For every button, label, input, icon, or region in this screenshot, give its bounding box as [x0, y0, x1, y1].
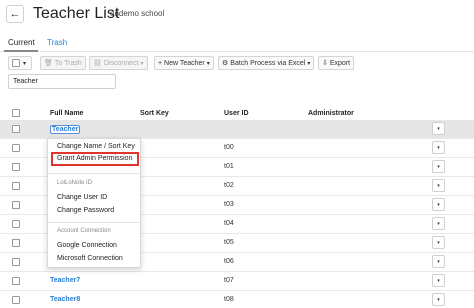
- menu-item-grant-admin[interactable]: Grant Admin Permission: [57, 155, 132, 162]
- export-icon: ⇩: [322, 60, 328, 67]
- row-actions-dropdown[interactable]: ▾: [432, 122, 445, 135]
- row-actions-dropdown[interactable]: ▾: [432, 255, 445, 268]
- user-id-cell: t03: [224, 201, 234, 208]
- new-teacher-label: + New Teacher: [158, 59, 205, 67]
- menu-divider: [48, 173, 140, 174]
- menu-section-account: Account Connection: [57, 228, 111, 234]
- new-teacher-button[interactable]: + New Teacher ▾: [154, 56, 214, 70]
- user-id-cell: t05: [224, 239, 234, 246]
- unlink-icon: ⛓: [93, 60, 102, 67]
- user-id-cell: t08: [224, 296, 234, 303]
- row-checkbox[interactable]: [12, 201, 20, 209]
- user-id-cell: t06: [224, 258, 234, 265]
- export-label: Export: [329, 59, 351, 67]
- table-row[interactable]: Teacher7 t07 ▾: [0, 272, 474, 291]
- user-id-cell: t00: [224, 144, 234, 151]
- arrow-left-icon: ←: [9, 8, 21, 20]
- column-administrator[interactable]: Administrator: [308, 110, 354, 117]
- column-sort-key[interactable]: Sort Key: [140, 110, 169, 117]
- teacher-name-link[interactable]: Teacher: [50, 125, 81, 134]
- active-tab-indicator: [4, 50, 38, 52]
- user-id-cell: t04: [224, 220, 234, 227]
- disconnect-button[interactable]: ⛓ Disconnect ▾: [89, 56, 148, 70]
- menu-item-microsoft-connection[interactable]: Microsoft Connection: [57, 255, 123, 262]
- to-trash-label: To Trash: [54, 59, 82, 67]
- teacher-name-link[interactable]: Teacher7: [50, 277, 80, 284]
- table-row[interactable]: Teacher ▾: [0, 120, 474, 139]
- row-actions-dropdown[interactable]: ▾: [432, 160, 445, 173]
- menu-divider: [48, 222, 140, 223]
- to-trash-button[interactable]: 🗑 To Trash: [40, 56, 86, 70]
- school-name: endemo school: [110, 9, 165, 18]
- chevron-down-icon: ▾: [23, 60, 27, 67]
- row-checkbox[interactable]: [12, 182, 20, 190]
- column-full-name[interactable]: Full Name: [50, 110, 83, 117]
- tab-current[interactable]: Current: [8, 38, 35, 47]
- header-checkbox[interactable]: [12, 109, 20, 117]
- table-row[interactable]: Teacher8 t08 ▾: [0, 291, 474, 308]
- row-actions-dropdown[interactable]: ▾: [432, 217, 445, 230]
- teacher-context-menu: Change Name / Sort Key Grant Admin Permi…: [47, 138, 141, 268]
- chevron-down-icon: ▾: [140, 60, 144, 67]
- row-checkbox[interactable]: [12, 296, 20, 304]
- disconnect-label: Disconnect: [103, 59, 139, 67]
- menu-item-change-password[interactable]: Change Password: [57, 207, 114, 214]
- page-title: Teacher List: [33, 5, 120, 22]
- user-id-cell: t02: [224, 182, 234, 189]
- row-actions-dropdown[interactable]: ▾: [432, 179, 445, 192]
- row-checkbox[interactable]: [12, 144, 20, 152]
- row-checkbox[interactable]: [12, 220, 20, 228]
- menu-item-change-name[interactable]: Change Name / Sort Key: [57, 143, 135, 150]
- user-id-cell: t07: [224, 277, 234, 284]
- menu-item-google-connection[interactable]: Google Connection: [57, 242, 117, 249]
- row-actions-dropdown[interactable]: ▾: [432, 236, 445, 249]
- teacher-name-link[interactable]: Teacher8: [50, 296, 80, 303]
- batch-process-button[interactable]: ⚙ Batch Process via Excel ▾: [218, 56, 315, 70]
- row-checkbox[interactable]: [12, 163, 20, 171]
- select-all-checkbox[interactable]: [12, 59, 20, 67]
- row-checkbox[interactable]: [12, 239, 20, 247]
- search-input[interactable]: Teacher: [8, 74, 116, 89]
- gear-icon: ⚙: [222, 60, 229, 67]
- row-checkbox[interactable]: [12, 258, 20, 266]
- row-checkbox[interactable]: [12, 125, 20, 133]
- user-id-cell: t01: [224, 163, 234, 170]
- trash-icon: 🗑: [44, 60, 53, 67]
- select-all-dropdown[interactable]: ▾: [8, 56, 32, 70]
- row-checkbox[interactable]: [12, 277, 20, 285]
- page-header: ← Teacher List endemo school: [0, 0, 474, 30]
- export-button[interactable]: ⇩ Export: [318, 56, 355, 70]
- batch-process-label: Batch Process via Excel: [230, 59, 306, 67]
- menu-section-loilonote: LoiLoNote ID: [57, 180, 93, 186]
- tab-bar: Current Trash: [0, 36, 474, 52]
- menu-item-change-user-id[interactable]: Change User ID: [57, 194, 107, 201]
- row-actions-dropdown[interactable]: ▾: [432, 274, 445, 287]
- column-user-id[interactable]: User ID: [224, 110, 249, 117]
- row-actions-dropdown[interactable]: ▾: [432, 141, 445, 154]
- chevron-down-icon: ▾: [307, 60, 311, 67]
- table-header: Full Name Sort Key User ID Administrator: [0, 108, 474, 120]
- tab-trash[interactable]: Trash: [47, 38, 67, 47]
- back-button[interactable]: ←: [6, 5, 24, 23]
- row-actions-dropdown[interactable]: ▾: [432, 293, 445, 306]
- chevron-down-icon: ▾: [206, 60, 210, 67]
- row-actions-dropdown[interactable]: ▾: [432, 198, 445, 211]
